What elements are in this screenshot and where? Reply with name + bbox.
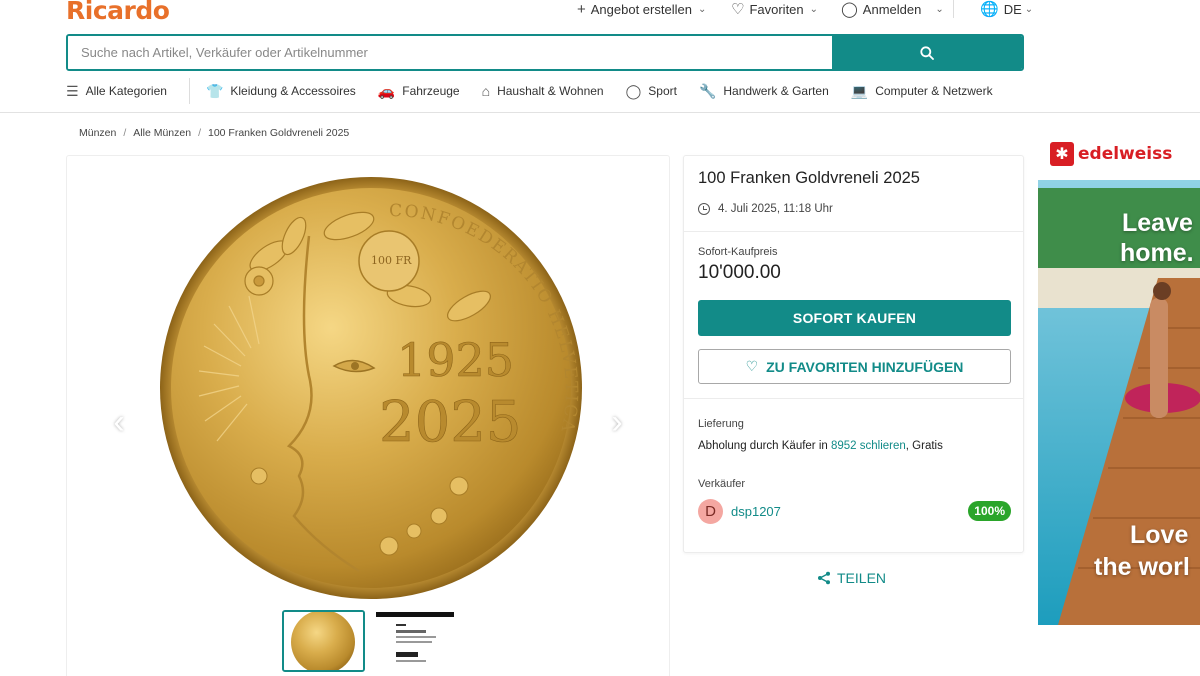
category-label: Kleidung & Accessoires <box>230 84 356 98</box>
category-household[interactable]: ⌂ Haushalt & Wohnen <box>482 83 604 99</box>
category-label: Computer & Netzwerk <box>875 84 993 98</box>
card-divider <box>684 231 1023 232</box>
create-offer-menu[interactable]: + Angebot erstellen ⌄ <box>577 0 706 18</box>
seller-rating-badge: 100% <box>968 501 1011 521</box>
price-label: Sofort-Kaufpreis <box>698 246 778 258</box>
breadcrumb-item[interactable]: Münzen <box>79 127 116 139</box>
ad-brand: edelweiss <box>1078 144 1173 164</box>
ad-text-line2: home. <box>1120 239 1194 267</box>
category-craft-garden[interactable]: 🔧 Handwerk & Garten <box>699 83 829 100</box>
category-clothing[interactable]: 👕 Kleidung & Accessoires <box>206 83 356 100</box>
previous-image-button[interactable]: ‹ <box>99 402 139 442</box>
globe-icon: 🌐 <box>980 1 999 18</box>
clock-icon <box>698 203 710 215</box>
ball-icon: ◯ <box>625 82 642 99</box>
favorites-label: Favoriten <box>749 1 804 17</box>
next-image-button[interactable]: › <box>597 402 637 442</box>
breadcrumb-current: 100 Franken Goldvreneli 2025 <box>207 127 350 139</box>
add-to-favorites-button[interactable]: ♡ ZU FAVORITEN HINZUFÜGEN <box>698 349 1011 384</box>
thumbnail-document[interactable] <box>376 612 454 672</box>
language-menu[interactable]: 🌐 DE ⌄ <box>980 0 1033 18</box>
search-button[interactable] <box>832 36 1022 69</box>
menu-icon: ☰ <box>66 82 79 99</box>
header-bottom-divider <box>0 112 1200 113</box>
login-label: Anmelden <box>862 1 922 17</box>
edelweiss-logo: ✱ edelweiss <box>1050 142 1172 166</box>
category-label: Haushalt & Wohnen <box>497 84 604 98</box>
login-menu[interactable]: ◯ Anmelden ⌄ <box>841 0 944 18</box>
category-vehicles[interactable]: 🚗 Fahrzeuge <box>378 83 460 100</box>
small-coin-value: 100 FR <box>371 254 412 267</box>
category-divider <box>188 78 190 104</box>
chevron-down-icon: ⌄ <box>809 3 819 15</box>
category-computer[interactable]: 💻 Computer & Netzwerk <box>851 83 993 100</box>
seller-name-link[interactable]: dsp1207 <box>731 504 781 519</box>
header-divider <box>953 0 954 18</box>
seller-avatar[interactable]: D <box>698 498 723 524</box>
laptop-icon: 💻 <box>850 82 869 99</box>
delivery-location-link[interactable]: 8952 schlieren <box>831 440 906 452</box>
search-input[interactable] <box>68 36 832 69</box>
listing-date: 4. Juli 2025, 11:18 Uhr <box>698 203 833 215</box>
ad-text-line3: Love <box>1130 521 1189 549</box>
buy-now-button[interactable]: SOFORT KAUFEN <box>698 300 1011 336</box>
house-icon: ⌂ <box>481 83 491 99</box>
delivery-label: Lieferung <box>698 418 744 430</box>
chevron-down-icon: ⌄ <box>1024 3 1034 15</box>
shirt-icon: 👕 <box>205 82 224 99</box>
share-icon <box>818 571 830 585</box>
listing-title: 100 Franken Goldvreneli 2025 <box>698 169 920 187</box>
car-icon: 🚗 <box>377 82 396 99</box>
add-to-favorites-label: ZU FAVORITEN HINZUFÜGEN <box>766 358 964 375</box>
delivery-suffix: , Gratis <box>905 440 943 452</box>
user-icon: ◯ <box>841 1 858 18</box>
delivery-prefix: Abholung durch Käufer in <box>698 440 831 452</box>
breadcrumb: Münzen / Alle Münzen / 100 Franken Goldv… <box>79 127 349 139</box>
favorites-menu[interactable]: ♡ Favoriten ⌄ <box>731 0 818 18</box>
share-label: TEILEN <box>837 570 887 586</box>
heart-icon: ♡ <box>745 358 759 374</box>
coin-year-top: 1925 <box>397 333 514 387</box>
seller-label: Verkäufer <box>698 478 746 490</box>
category-label: Handwerk & Garten <box>723 84 829 98</box>
heart-icon: ♡ <box>731 1 745 18</box>
price-value: 10'000.00 <box>698 262 781 283</box>
coin-image[interactable]: 100 FR 1925 2025 CONFOEDERATIO HELVETICA <box>159 176 583 600</box>
category-label: Sport <box>648 84 677 98</box>
tools-icon: 🔧 <box>698 82 717 99</box>
edelweiss-star-icon: ✱ <box>1050 142 1074 166</box>
category-all[interactable]: ☰ Alle Kategorien <box>66 83 167 100</box>
category-nav: ☰ Alle Kategorien 👕 Kleidung & Accessoir… <box>66 78 1015 104</box>
image-gallery: 100 FR 1925 2025 CONFOEDERATIO HELVETICA… <box>66 155 670 676</box>
thumbnail-coin[interactable] <box>282 610 365 672</box>
listing-date-text: 4. Juli 2025, 11:18 Uhr <box>718 203 833 215</box>
ad-text-line1: Leave <box>1122 209 1193 237</box>
card-divider <box>684 398 1023 399</box>
chevron-down-icon: ⌄ <box>697 3 707 15</box>
chevron-down-icon: ⌄ <box>935 3 944 15</box>
language-label: DE <box>1003 1 1022 17</box>
coin-year-bottom: 2025 <box>379 390 522 455</box>
seller-row: D dsp1207 100% <box>698 498 1011 524</box>
create-offer-label: Angebot erstellen <box>590 1 692 17</box>
category-label: Fahrzeuge <box>402 84 460 98</box>
search-bar <box>66 34 1024 71</box>
plus-icon: + <box>577 0 586 18</box>
share-button[interactable]: TEILEN <box>817 570 886 586</box>
delivery-info: Abholung durch Käufer in 8952 schlieren,… <box>698 440 943 452</box>
ricardo-logo[interactable]: Ricardo <box>66 0 170 25</box>
breadcrumb-separator: / <box>123 127 127 139</box>
category-label: Alle Kategorien <box>85 84 167 98</box>
advertisement-banner[interactable]: ✱ edelweiss Leave home. Love the worl <box>1038 128 1200 625</box>
category-sport[interactable]: ◯ Sport <box>626 83 677 100</box>
search-icon <box>920 45 934 60</box>
ad-text-line4: the worl <box>1094 553 1190 581</box>
breadcrumb-item[interactable]: Alle Münzen <box>133 127 191 139</box>
listing-card: 100 Franken Goldvreneli 2025 4. Juli 202… <box>683 155 1024 553</box>
breadcrumb-separator: / <box>198 127 201 139</box>
